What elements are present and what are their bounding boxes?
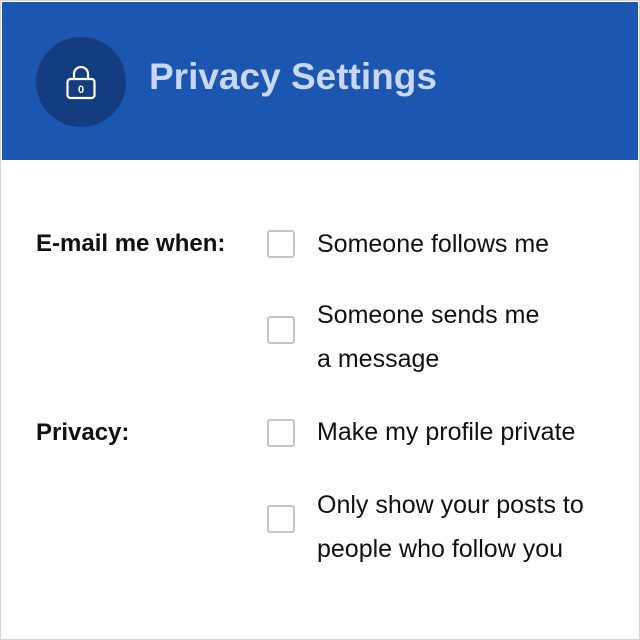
privacy-section-label: Privacy: [36, 419, 130, 446]
option-label: Someone follows me [317, 222, 549, 266]
checkbox-posts-to-followers[interactable] [267, 505, 295, 533]
page-title: Privacy Settings [149, 56, 437, 97]
lock-icon: 0 [66, 65, 96, 100]
option-label-line: Only show your posts to [317, 491, 584, 519]
option-label-line: people who follow you [317, 535, 563, 563]
option-label-line: Someone follows me [317, 230, 550, 258]
option-label: Only show your posts to people who follo… [317, 483, 584, 571]
checkbox-someone-follows-me[interactable] [267, 230, 295, 258]
option-label: Make my profile private [317, 410, 575, 454]
option-label-line: Someone sends me [317, 301, 540, 329]
header-bar: 0 Privacy Settings [2, 2, 638, 160]
checkbox-make-profile-private[interactable] [267, 419, 295, 447]
option-label-line: a message [317, 345, 440, 373]
lock-icon-digit: 0 [78, 84, 84, 96]
option-label-line: Make my profile private [317, 418, 576, 446]
email-section-label: E-mail me when: [36, 230, 226, 257]
lock-badge: 0 [36, 37, 126, 127]
privacy-settings-panel: 0 Privacy Settings E-mail me when: Someo… [0, 0, 640, 640]
option-label: Someone sends me a message [317, 293, 539, 381]
checkbox-someone-sends-message[interactable] [267, 316, 295, 344]
